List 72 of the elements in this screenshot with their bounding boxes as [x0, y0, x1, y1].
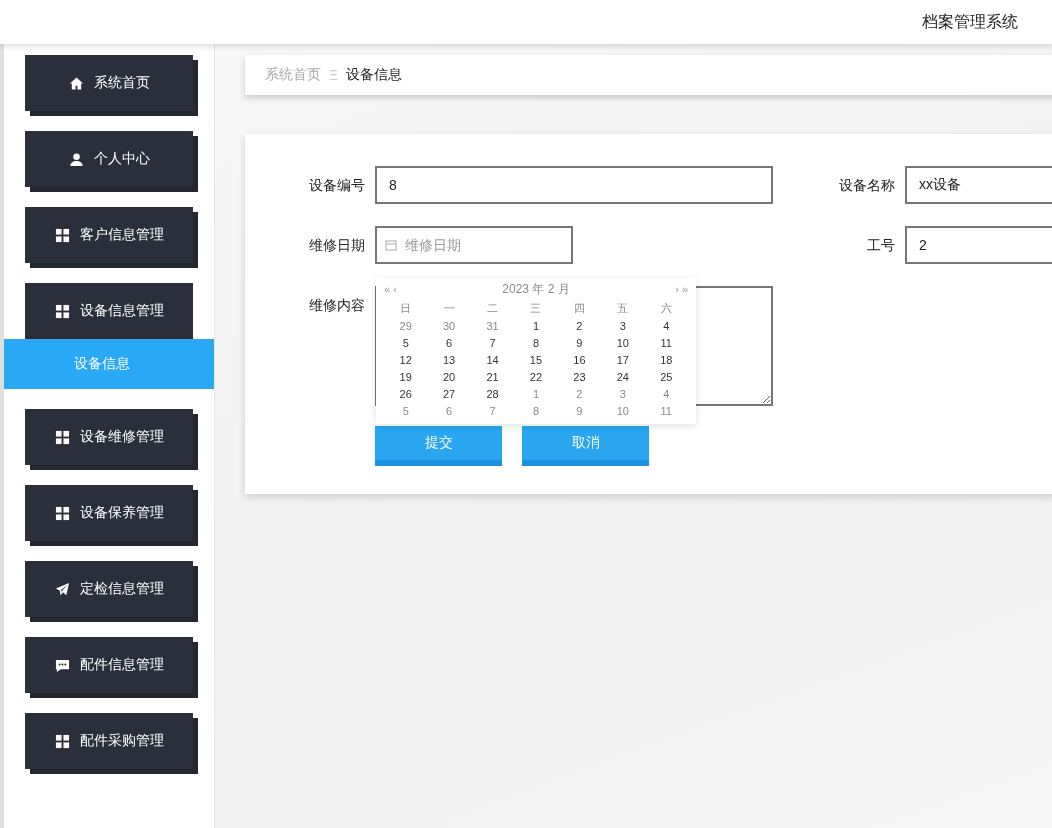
day-cell[interactable]: 3 — [601, 387, 645, 400]
weekday-label: 二 — [486, 301, 500, 316]
day-cell[interactable]: 23 — [557, 370, 602, 383]
day-cell[interactable]: 14 — [470, 353, 515, 366]
day-cell[interactable]: 10 — [601, 404, 645, 417]
day-cell[interactable]: 4 — [644, 319, 688, 332]
home-icon — [68, 75, 84, 91]
day-cell[interactable]: 7 — [470, 336, 515, 349]
day-cell[interactable]: 28 — [470, 387, 515, 400]
day-cell[interactable]: 27 — [427, 387, 471, 400]
month-title: 2023 年 2 月 — [502, 280, 570, 298]
weekday-label: 六 — [659, 301, 673, 316]
input-field[interactable]: 8 — [375, 166, 773, 204]
user-icon — [68, 151, 84, 167]
day-cell[interactable]: 1 — [514, 319, 558, 332]
system-title: 档案管理系统 — [922, 11, 1018, 32]
day-cell[interactable]: 31 — [470, 319, 515, 332]
breadcrumb-current: 设备信息 — [346, 66, 403, 84]
day-cell[interactable]: 12 — [384, 353, 428, 366]
day-cell[interactable]: 22 — [514, 370, 558, 383]
day-cell[interactable]: 2 — [557, 387, 602, 400]
weekday-label: 四 — [572, 301, 586, 316]
field-label: 工号 — [866, 236, 896, 255]
day-cell[interactable]: 8 — [514, 336, 558, 349]
grid-icon — [54, 505, 70, 521]
day-cell[interactable]: 1 — [514, 387, 558, 400]
day-cell[interactable]: 29 — [384, 319, 428, 332]
grid-icon — [54, 227, 70, 243]
day-cell[interactable]: 5 — [384, 336, 428, 349]
day-cell[interactable]: 4 — [644, 387, 688, 400]
day-cell[interactable]: 18 — [644, 353, 688, 366]
menu-item[interactable]: 设备信息管理 — [25, 283, 193, 339]
day-cell[interactable]: 24 — [601, 370, 645, 383]
day-cell[interactable]: 11 — [644, 336, 688, 349]
input-field[interactable]: xx设备 — [905, 166, 1052, 204]
day-cell[interactable]: 20 — [427, 370, 471, 383]
day-cell[interactable]: 5 — [384, 404, 428, 417]
day-cell[interactable]: 13 — [427, 353, 471, 366]
date-field[interactable]: 维修日期 — [375, 226, 573, 264]
day-cell[interactable]: 11 — [644, 404, 688, 417]
day-cell[interactable]: 19 — [384, 370, 428, 383]
day-cell[interactable]: 6 — [427, 336, 471, 349]
grid-icon — [54, 429, 70, 445]
day-cell[interactable]: 26 — [384, 387, 428, 400]
day-cell[interactable]: 8 — [514, 404, 558, 417]
day-cell[interactable]: 21 — [470, 370, 515, 383]
day-cell[interactable]: 9 — [557, 336, 602, 349]
day-cell[interactable]: 17 — [601, 353, 645, 366]
day-cell[interactable]: 15 — [514, 353, 558, 366]
day-cell[interactable]: 16 — [557, 353, 602, 366]
day-cell[interactable]: 3 — [601, 319, 645, 332]
field-label: 设备编号 — [308, 176, 366, 195]
day-cell[interactable]: 2 — [557, 319, 602, 332]
day-cell[interactable]: 10 — [601, 336, 645, 349]
weekday-label: 五 — [616, 301, 630, 316]
chat-icon — [54, 657, 70, 673]
input-field[interactable]: 2 — [905, 226, 1052, 264]
day-cell[interactable]: 6 — [427, 404, 471, 417]
day-cell[interactable]: 9 — [557, 404, 602, 417]
weekday-label: 日 — [399, 301, 413, 316]
day-cell[interactable]: 7 — [470, 404, 515, 417]
field-label: 设备名称 — [838, 176, 896, 195]
grid-icon — [54, 303, 70, 319]
day-cell[interactable]: 30 — [427, 319, 471, 332]
weekday-label: 一 — [442, 301, 456, 316]
paper-plane-icon — [54, 581, 70, 597]
field-label: 维修内容 — [308, 296, 366, 315]
calendar-icon — [385, 239, 397, 251]
grid-icon — [54, 733, 70, 749]
day-cell[interactable]: 25 — [644, 370, 688, 383]
weekday-label: 三 — [529, 301, 543, 316]
field-label: 维修日期 — [308, 236, 366, 255]
